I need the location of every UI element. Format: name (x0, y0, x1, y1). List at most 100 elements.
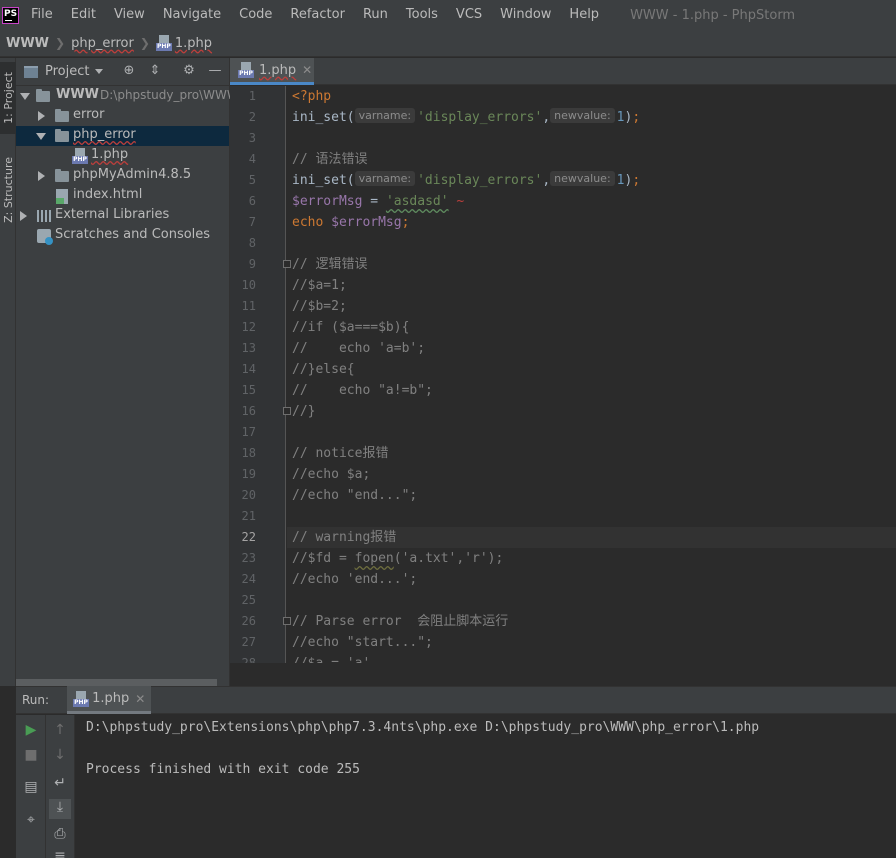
tree-item-path: D:\phpstudy_pro\WWW (100, 88, 239, 102)
tree-expand-icon[interactable] (20, 93, 30, 100)
tree-item-php-error[interactable]: php_error (16, 126, 229, 146)
tool-tab-project[interactable]: 1: Project (0, 62, 16, 134)
line-number: 24 (241, 572, 256, 586)
tool-tab-structure[interactable]: Z: Structure (0, 150, 16, 230)
run-tab-1php[interactable]: PHP 1.php ✕ (67, 686, 152, 714)
code-line-1: <?php (292, 89, 332, 104)
print-icon[interactable]: ⎙ (52, 826, 68, 842)
chevron-down-icon (95, 69, 104, 74)
locate-crosshair-icon[interactable]: ⊕ (122, 64, 136, 78)
tree-collapse-icon[interactable] (38, 111, 45, 121)
project-panel: Project ⊕ ⇕ ⚙ — WWW D:\phpstudy_pro\WWW … (16, 58, 239, 686)
tree-collapse-icon[interactable] (38, 171, 45, 181)
param-hint: varname: (354, 171, 416, 186)
fold-marker-icon[interactable] (283, 617, 291, 625)
editor-tab-bar: PHP 1.php ✕ (230, 58, 896, 85)
arrow-down-icon[interactable]: ↓ (52, 747, 68, 763)
breadcrumb-php-error[interactable]: php_error (71, 36, 134, 51)
tree-expand-icon[interactable] (36, 133, 46, 140)
console-line: Process finished with exit code 255 (86, 762, 360, 777)
line-number: 9 (248, 257, 256, 271)
php-file-icon: PHP (238, 62, 254, 78)
tree-item-label: phpMyAdmin4.8.5 (73, 167, 192, 182)
php-file-icon: PHP (155, 35, 172, 51)
gear-icon[interactable]: ⚙ (182, 64, 196, 78)
code-line-15: // echo "a!=b"; (292, 383, 433, 398)
left-tool-strip: 1: Project Z: Structure (0, 58, 16, 686)
line-number: 3 (248, 131, 256, 145)
tree-item-index-html[interactable]: index.html (16, 186, 229, 206)
php-file-icon: PHP (73, 690, 90, 707)
menu-tools[interactable]: Tools (397, 0, 447, 30)
tree-item-error[interactable]: error (16, 106, 229, 126)
line-number: 11 (241, 299, 256, 313)
menu-view[interactable]: View (105, 0, 154, 30)
close-icon[interactable]: ✕ (135, 692, 145, 706)
line-number: 2 (248, 110, 256, 124)
project-panel-header: Project ⊕ ⇕ ⚙ — (16, 58, 229, 86)
menu-code[interactable]: Code (230, 0, 281, 30)
close-icon[interactable]: ✕ (302, 63, 312, 77)
tree-item-phpmyadmin[interactable]: phpMyAdmin4.8.5 (16, 166, 229, 186)
line-number: 19 (241, 467, 256, 481)
project-tree: WWW D:\phpstudy_pro\WWW error php_error … (16, 86, 239, 246)
tree-item-label: Scratches and Consoles (55, 227, 211, 242)
tree-item-www[interactable]: WWW D:\phpstudy_pro\WWW (16, 86, 239, 106)
phpstorm-logo-icon: PS (2, 6, 19, 24)
menu-window[interactable]: Window (491, 0, 560, 30)
fold-marker-icon[interactable] (283, 260, 291, 268)
param-hint: newvalue: (550, 171, 615, 186)
line-number: 1 (248, 89, 256, 103)
menu-refactor[interactable]: Refactor (281, 0, 354, 30)
collapse-all-icon[interactable]: ⇕ (148, 64, 162, 78)
run-play-icon[interactable]: ▶ (23, 722, 39, 738)
menu-file[interactable]: File (29, 0, 62, 30)
code-line-12: //if ($a===$b){ (292, 320, 410, 335)
layout-icon[interactable]: ▤ (23, 779, 39, 795)
trash-icon[interactable]: ≡ (52, 848, 68, 858)
project-view-label: Project (45, 64, 90, 79)
tree-item-1php[interactable]: PHP 1.php (16, 146, 229, 166)
tree-collapse-icon[interactable] (20, 211, 27, 221)
arrow-up-icon[interactable]: ↑ (52, 722, 68, 738)
breadcrumb-1php[interactable]: PHP 1.php (155, 35, 212, 51)
code-line-4: // 语法错误 (292, 152, 368, 167)
fold-marker-icon[interactable] (283, 407, 291, 415)
line-number: 23 (241, 551, 256, 565)
tree-item-label: External Libraries (55, 207, 170, 222)
menu-run[interactable]: Run (354, 0, 397, 30)
code-line-14: //}else{ (292, 362, 355, 377)
soft-wrap-icon[interactable]: ↵ (52, 775, 68, 791)
stop-icon[interactable]: ■ (23, 747, 39, 763)
breadcrumb-www[interactable]: WWW (6, 36, 49, 51)
code-line-16: //} (292, 404, 316, 419)
minimize-icon[interactable]: — (208, 64, 222, 78)
scroll-to-end-icon[interactable]: ⤓ (49, 799, 71, 819)
run-console-output[interactable]: D:\phpstudy_pro\Extensions\php\php7.3.4n… (75, 715, 896, 858)
line-number: 27 (241, 635, 256, 649)
project-horizontal-scrollbar[interactable] (16, 679, 217, 686)
menu-navigate[interactable]: Navigate (154, 0, 230, 30)
param-hint: newvalue: (550, 108, 615, 123)
editor-tab-1php[interactable]: PHP 1.php ✕ (230, 58, 314, 85)
folder-icon (36, 89, 50, 102)
menu-help[interactable]: Help (560, 0, 608, 30)
breadcrumb-separator-icon: ❯ (55, 36, 66, 50)
code-editor[interactable]: 1 2 3 4 5 6 7 8 9 10 11 12 13 14 15 16 17 18 19 20 21 22 23 24 2… (230, 86, 896, 663)
folder-icon (55, 169, 69, 182)
line-number: 26 (241, 614, 256, 628)
breadcrumb: WWW ❯ php_error ❯ PHP 1.php (0, 30, 896, 57)
line-number: 12 (241, 320, 256, 334)
code-line-22: // warning报错 (292, 530, 397, 545)
tree-item-scratches[interactable]: Scratches and Consoles (16, 226, 229, 246)
tree-item-external-libraries[interactable]: External Libraries (16, 206, 229, 226)
window-title: WWW - 1.php - PhpStorm (630, 7, 796, 23)
project-view-dropdown[interactable]: Project (45, 64, 104, 79)
line-number: 21 (241, 509, 256, 523)
pin-icon[interactable]: ⌖ (23, 812, 39, 828)
menu-vcs[interactable]: VCS (447, 0, 491, 30)
menu-edit[interactable]: Edit (62, 0, 105, 30)
run-toolbar-secondary: ↑ ↓ ↵ ⤓ ⎙ ≡ (46, 715, 75, 858)
breadcrumb-separator-icon: ❯ (139, 36, 150, 50)
